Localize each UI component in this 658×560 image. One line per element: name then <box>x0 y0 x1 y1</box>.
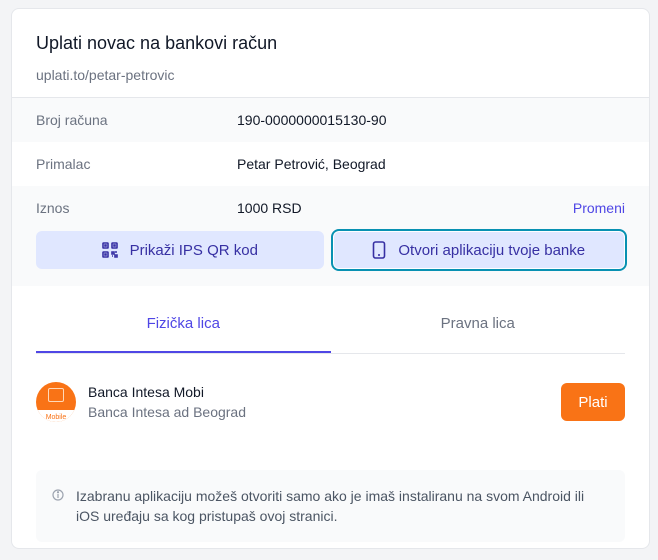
change-amount-link[interactable]: Promeni <box>573 200 625 216</box>
bank-subtitle: Banca Intesa ad Beograd <box>88 404 247 420</box>
detail-row-account: Broj računa 190-0000000015130-90 <box>12 98 649 142</box>
open-bank-app-label: Otvori aplikaciju tvoje banke <box>398 241 586 259</box>
customer-type-tabs: Fizička lica Pravna lica <box>36 302 625 354</box>
show-qr-button[interactable]: Prikaži IPS QR kod <box>36 231 324 269</box>
detail-label: Iznos <box>36 200 70 216</box>
payment-card: Uplati novac na bankovi račun uplati.to/… <box>11 8 650 549</box>
account-number: 190-0000000015130-90 <box>237 112 387 128</box>
detail-row-recipient: Primalac Petar Petrović, Beograd <box>12 142 649 186</box>
payment-details: Broj računa 190-0000000015130-90 Primala… <box>12 97 649 230</box>
bank-logo-mark <box>48 388 64 402</box>
recipient-name: Petar Petrović, Beograd <box>237 156 386 172</box>
card-header: Uplati novac na bankovi račun uplati.to/… <box>12 9 649 97</box>
info-icon <box>52 486 76 542</box>
tab-legal-entities[interactable]: Pravna lica <box>331 302 626 353</box>
pay-button[interactable]: Plati <box>561 383 625 421</box>
bank-logo-text: Mobile <box>45 414 67 421</box>
amount-value: 1000 RSD <box>237 200 302 216</box>
open-bank-app-button[interactable]: Otvori aplikaciju tvoje banke <box>330 229 627 271</box>
page-title: Uplati novac na bankovi račun <box>36 33 278 53</box>
payment-link: uplati.to/petar-petrovic <box>36 67 175 83</box>
qr-code-icon <box>101 242 118 258</box>
bank-logo: Mobile <box>36 382 76 422</box>
info-note: Izabranu aplikaciju možeš otvoriti samo … <box>36 470 625 542</box>
bank-list-item: Mobile Banca Intesa Mobi Banca Intesa ad… <box>36 382 625 422</box>
show-qr-label: Prikaži IPS QR kod <box>129 241 258 259</box>
detail-row-amount: Iznos 1000 RSD Promeni <box>12 186 649 230</box>
detail-label: Broj računa <box>36 112 108 128</box>
bank-name: Banca Intesa Mobi <box>88 384 204 400</box>
action-buttons: Prikaži IPS QR kod Otvori aplikaciju tvo… <box>12 229 649 286</box>
smartphone-icon <box>372 241 386 259</box>
tab-individuals[interactable]: Fizička lica <box>36 302 331 353</box>
bank-info: Banca Intesa Mobi Banca Intesa ad Beogra… <box>88 382 561 422</box>
info-note-text: Izabranu aplikaciju možeš otvoriti samo … <box>76 488 585 524</box>
detail-label: Primalac <box>36 156 91 172</box>
